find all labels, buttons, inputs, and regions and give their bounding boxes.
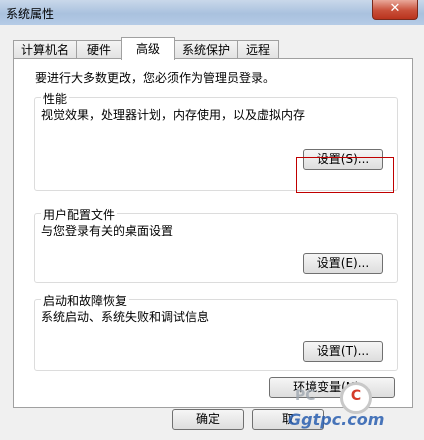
watermark-pc-text: PC xyxy=(295,388,316,404)
startup-recovery-settings-button[interactable]: 设置(T)... xyxy=(303,341,383,362)
environment-variables-button[interactable]: 环境变量(N)... xyxy=(269,377,395,398)
advanced-tab-panel: 要进行大多数更改，您必须作为管理员登录。 性能 视觉效果，处理器计划，内存使用，… xyxy=(13,58,413,408)
startup-recovery-group-title: 启动和故障恢复 xyxy=(41,292,130,309)
user-profiles-group-title: 用户配置文件 xyxy=(41,206,118,223)
startup-recovery-group: 启动和故障恢复 系统启动、系统失败和调试信息 设置(T)... xyxy=(34,292,398,371)
close-icon: ✕ xyxy=(389,1,401,16)
startup-recovery-description: 系统启动、系统失败和调试信息 xyxy=(41,310,210,324)
highlight-box xyxy=(296,157,394,193)
performance-description: 视觉效果，处理器计划，内存使用，以及虚拟内存 xyxy=(41,108,306,122)
tab-remote[interactable]: 远程 xyxy=(237,40,279,59)
tab-hardware[interactable]: 硬件 xyxy=(76,40,122,59)
window-title: 系统属性 xyxy=(6,7,55,21)
dialog-client-area: 计算机名 硬件 高级 系统保护 远程 要进行大多数更改，您必须作为管理员登录。 … xyxy=(0,25,424,440)
tab-computer-name[interactable]: 计算机名 xyxy=(13,40,77,59)
tab-system-protection[interactable]: 系统保护 xyxy=(174,40,238,59)
tab-advanced[interactable]: 高级 xyxy=(121,37,175,60)
watermark-logo-letter: C xyxy=(350,388,362,404)
watermark-site-text: Ggtpc.com xyxy=(288,410,385,429)
user-profiles-settings-button[interactable]: 设置(E)... xyxy=(303,253,383,274)
admin-note: 要进行大多数更改，您必须作为管理员登录。 xyxy=(35,71,276,85)
title-bar[interactable]: 系统属性 ✕ xyxy=(0,0,424,25)
ok-button[interactable]: 确定 xyxy=(172,409,244,430)
system-properties-window: 系统属性 ✕ 计算机名 硬件 高级 系统保护 远程 要进行大多数更改，您必须作为… xyxy=(0,0,424,440)
performance-group-title: 性能 xyxy=(41,90,70,107)
user-profiles-group: 用户配置文件 与您登录有关的桌面设置 设置(E)... xyxy=(34,206,398,283)
user-profiles-description: 与您登录有关的桌面设置 xyxy=(41,224,174,238)
close-button[interactable]: ✕ xyxy=(372,0,418,20)
